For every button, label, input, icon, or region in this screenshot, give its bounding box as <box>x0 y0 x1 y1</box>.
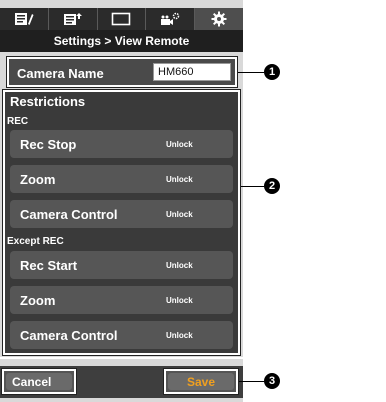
row-value: Unlock <box>166 140 193 149</box>
restrictions-title: Restrictions <box>10 94 86 109</box>
row-value: Unlock <box>166 296 193 305</box>
view-frame-icon <box>112 12 131 26</box>
except-camera-control-row[interactable]: Camera Control Unlock <box>10 321 233 349</box>
tab-camera-settings[interactable] <box>146 8 196 30</box>
phone-screen: Settings > View Remote Camera Name HM660… <box>0 0 243 402</box>
restrictions-panel: Restrictions REC Rec Stop Unlock Zoom Un… <box>2 89 241 356</box>
tab-settings[interactable] <box>195 8 243 30</box>
rec-camera-control-row[interactable]: Camera Control Unlock <box>10 200 233 228</box>
row-label: Camera Control <box>20 207 118 222</box>
save-button-frame: Save <box>163 368 239 395</box>
edit-list-icon <box>14 13 34 25</box>
rec-stop-row[interactable]: Rec Stop Unlock <box>10 130 233 158</box>
cancel-button-frame: Cancel <box>1 368 77 395</box>
tab-list-upload[interactable] <box>49 8 98 30</box>
camera-name-input[interactable]: HM660 <box>153 63 231 81</box>
row-value: Unlock <box>166 175 193 184</box>
divider <box>0 357 243 359</box>
callout-badge: 1 <box>264 64 280 80</box>
callout-line <box>238 72 264 73</box>
except-rec-section-label: Except REC <box>7 236 64 247</box>
row-value: Unlock <box>166 210 193 219</box>
tab-view-frame[interactable] <box>98 8 147 30</box>
row-label: Rec Start <box>20 258 78 273</box>
tab-bar <box>0 8 243 30</box>
camera-name-row: Camera Name HM660 <box>6 56 238 88</box>
row-label: Zoom <box>20 172 56 187</box>
tab-edit-list[interactable] <box>0 8 49 30</box>
gear-icon <box>211 11 227 27</box>
camera-name-label: Camera Name <box>17 66 104 81</box>
rec-zoom-row[interactable]: Zoom Unlock <box>10 165 233 193</box>
row-label: Zoom <box>20 293 56 308</box>
callout-badge: 3 <box>264 373 280 389</box>
save-button[interactable]: Save <box>168 373 234 390</box>
list-upload-icon <box>63 13 82 25</box>
camera-settings-icon <box>161 12 180 25</box>
page-title: Settings > View Remote <box>0 30 243 52</box>
rec-section-label: REC <box>7 116 29 127</box>
rec-start-row[interactable]: Rec Start Unlock <box>10 251 233 279</box>
cancel-button[interactable]: Cancel <box>6 373 72 390</box>
callout-line <box>239 381 264 382</box>
row-label: Camera Control <box>20 328 118 343</box>
row-label: Rec Stop <box>20 137 77 152</box>
callout-badge: 2 <box>264 178 280 194</box>
except-zoom-row[interactable]: Zoom Unlock <box>10 286 233 314</box>
callout-line <box>241 186 264 187</box>
row-value: Unlock <box>166 331 193 340</box>
row-value: Unlock <box>166 261 193 270</box>
